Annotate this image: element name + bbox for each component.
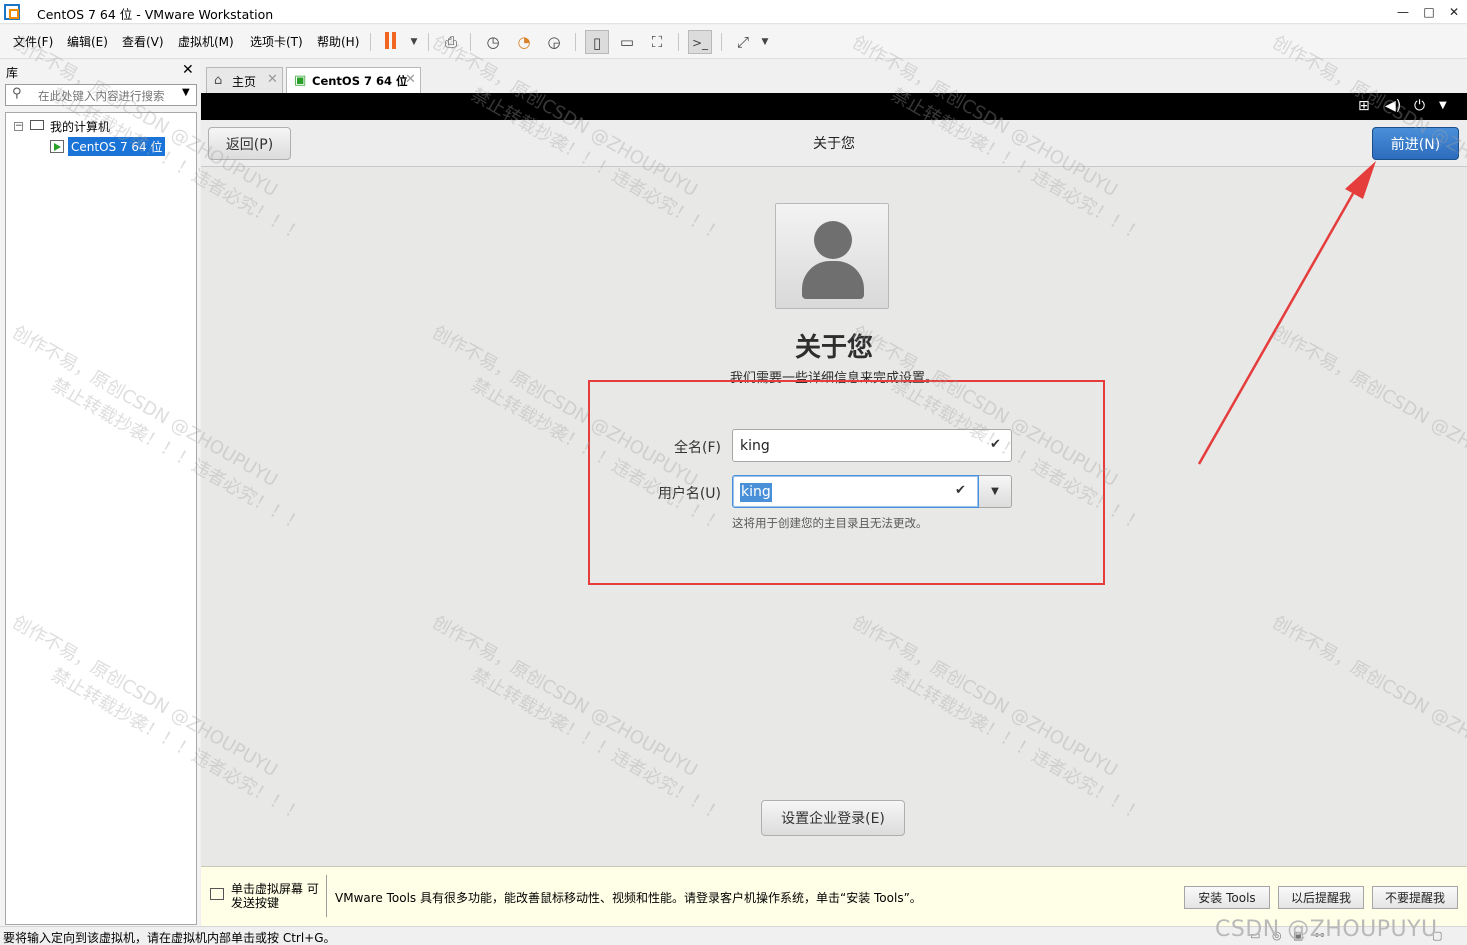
annotation-arrow (1197, 161, 1376, 465)
snapshot-manager-icon[interactable]: ◶ (542, 30, 566, 54)
tab-home-label: 主页 (232, 75, 257, 89)
search-dropdown-icon[interactable]: ▼ (182, 87, 190, 98)
toolbar-separator (721, 33, 722, 51)
click-to-send-keys-hint: 单击虚拟屏幕 可发送按键 (231, 882, 319, 910)
menu-help[interactable]: 帮助(H) (317, 33, 359, 50)
revert-snapshot-icon[interactable]: ◔ (512, 30, 536, 54)
library-close-icon[interactable]: ✕ (182, 62, 194, 78)
tab-strip: ⌂ 主页 ✕ ▣ CentOS 7 64 位 ✕ (201, 60, 1467, 93)
vm-tab-icon: ▣ (294, 73, 307, 88)
library-search-input[interactable] (38, 88, 174, 104)
tree-item-centos[interactable]: CentOS 7 64 位 (68, 137, 166, 156)
search-icon: ⚲ (12, 86, 22, 101)
toolbar-separator (470, 33, 471, 51)
csdn-watermark: CSDN @ZHOUPUYU (1215, 917, 1438, 942)
library-tree: − 我的计算机 CentOS 7 64 位 (5, 112, 197, 925)
snapshot-icon[interactable]: ◷ (481, 30, 505, 54)
vmware-logo-icon (4, 4, 20, 20)
toolbar-separator (575, 33, 576, 51)
toolbar-separator (678, 33, 679, 51)
power-dropdown-icon[interactable]: ▼ (402, 30, 426, 54)
remind-later-button[interactable]: 以后提醒我 (1278, 886, 1364, 909)
library-panel: 库 ✕ ⚲ ▼ − 我的计算机 CentOS 7 64 位 (0, 60, 200, 926)
title-bar: CentOS 7 64 位 - VMware Workstation — □ ✕ (0, 0, 1467, 24)
stretch-dropdown-icon[interactable]: ▼ (753, 30, 777, 54)
menu-view[interactable]: 查看(V) (122, 33, 164, 50)
status-text: 要将输入定向到该虚拟机，请在虚拟机内部单击或按 Ctrl+G。 (3, 931, 336, 945)
hint-separator (326, 875, 327, 917)
annotation-highlight-box (588, 380, 1105, 585)
tab-centos[interactable]: ▣ CentOS 7 64 位 ✕ (286, 67, 421, 93)
keyboard-icon (210, 888, 224, 900)
tree-item-my-computer[interactable]: 我的计算机 (50, 118, 110, 135)
thumbnail-bar-icon[interactable]: ▭ (615, 30, 639, 54)
tree-collapse-icon[interactable]: − (14, 122, 23, 131)
tools-message: VMware Tools 具有很多功能，能改善鼠标移动性、视频和性能。请登录客户… (335, 891, 922, 905)
menu-edit[interactable]: 编辑(E) (67, 33, 108, 50)
computer-icon (30, 120, 44, 130)
volume-icon[interactable]: ◀) (1385, 98, 1401, 114)
close-button[interactable]: ✕ (1443, 2, 1465, 22)
system-menu-dropdown-icon[interactable]: ▼ (1439, 100, 1447, 111)
install-tools-button[interactable]: 安装 Tools (1184, 886, 1270, 909)
network-icon[interactable]: ⊞ (1358, 98, 1370, 114)
pause-icon[interactable] (384, 32, 398, 50)
header-title: 关于您 (813, 136, 855, 152)
stretch-guest-icon[interactable]: ⤢ (731, 30, 755, 54)
gnome-top-bar: ⊞ ◀) ⏻ ▼ (201, 93, 1467, 120)
menu-tabs[interactable]: 选项卡(T) (250, 33, 303, 50)
never-remind-button[interactable]: 不要提醒我 (1372, 886, 1458, 909)
library-title: 库 (6, 66, 19, 80)
menu-vm[interactable]: 虚拟机(M) (178, 33, 234, 50)
tab-close-icon[interactable]: ✕ (405, 72, 416, 87)
power-icon[interactable]: ⏻ (1414, 98, 1425, 114)
home-icon: ⌂ (214, 73, 223, 88)
next-button[interactable]: 前进(N) (1372, 127, 1459, 160)
tab-close-icon[interactable]: ✕ (267, 72, 278, 87)
tab-home[interactable]: ⌂ 主页 ✕ (206, 67, 283, 93)
send-keys-icon[interactable]: ⎙ (439, 30, 463, 54)
toolbar-separator (370, 33, 371, 51)
vm-console[interactable]: ⊞ ◀) ⏻ ▼ 返回(P) 关于您 前进(N) 关于您 我们需要一些详细信息来… (201, 93, 1467, 866)
maximize-button[interactable]: □ (1418, 2, 1440, 22)
menu-toolbar: 文件(F) 编辑(E) 查看(V) 虚拟机(M) 选项卡(T) 帮助(H) ▼ … (0, 25, 1467, 59)
vm-running-icon (50, 140, 64, 153)
status-bar: 要将输入定向到该虚拟机，请在虚拟机内部单击或按 Ctrl+G。 ▭ ◎ ▣ ⚯ … (0, 917, 1467, 945)
toolbar-separator (428, 33, 429, 51)
console-view-icon[interactable]: >_ (688, 30, 712, 54)
window-title: CentOS 7 64 位 - VMware Workstation (37, 7, 274, 22)
full-screen-icon[interactable]: ⛶ (645, 30, 669, 54)
menu-file[interactable]: 文件(F) (13, 33, 53, 50)
enterprise-login-button[interactable]: 设置企业登录(E) (761, 800, 905, 836)
avatar[interactable] (775, 203, 889, 309)
tab-centos-label: CentOS 7 64 位 (312, 74, 408, 88)
user-head-icon (814, 221, 852, 259)
minimize-button[interactable]: — (1392, 2, 1414, 22)
user-body-icon (802, 261, 864, 299)
show-library-icon[interactable]: ▯ (585, 30, 609, 54)
